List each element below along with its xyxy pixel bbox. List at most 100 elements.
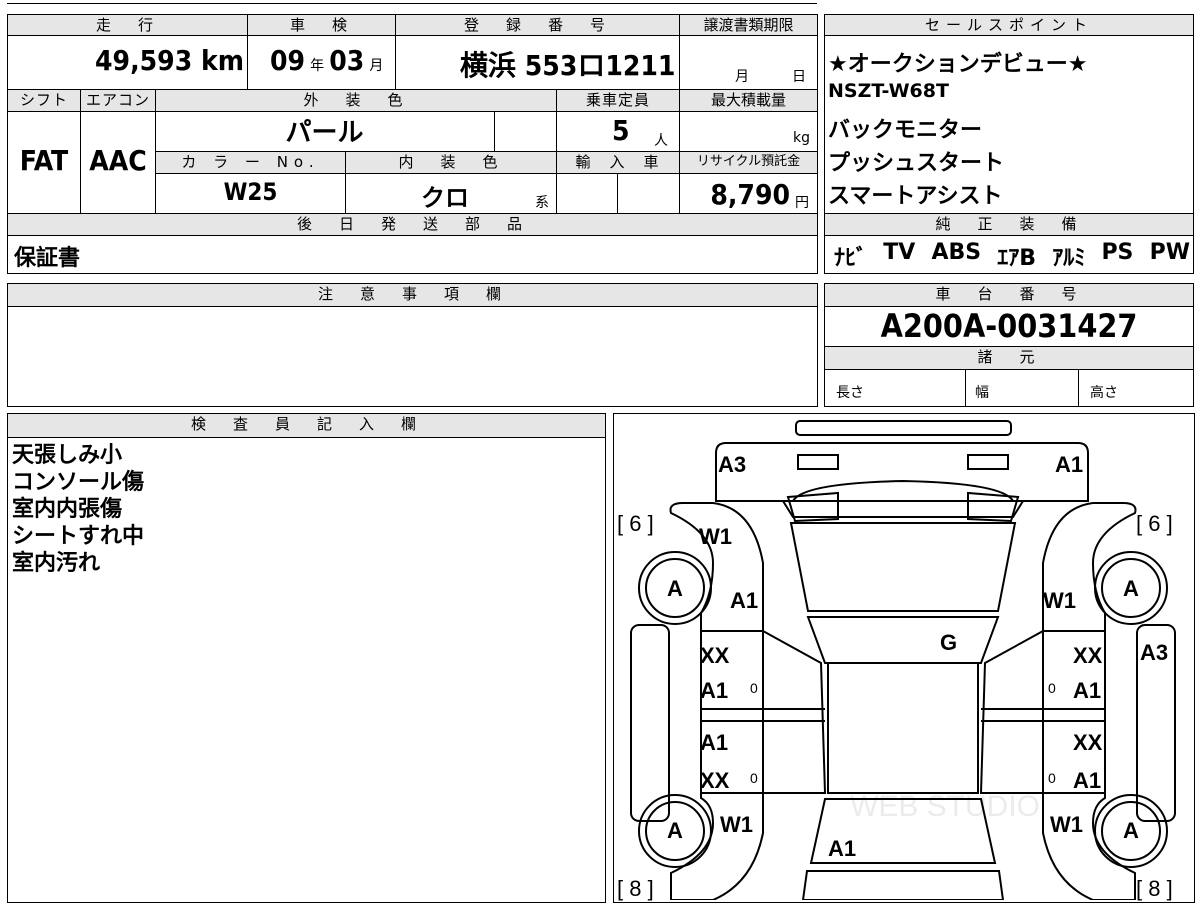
- deadline-month: 月: [735, 69, 749, 85]
- mark-windshield: G: [940, 630, 958, 655]
- recycle-label: リサイクル預託金: [679, 151, 818, 174]
- equipment-item: ﾅﾋﾞ: [834, 246, 868, 271]
- sales-point-5: スマートアシスト: [828, 184, 1003, 209]
- sales-point-2: NSZT-W68T: [828, 80, 949, 102]
- color-no-value: W25: [223, 178, 278, 206]
- mark-zero: 0: [1048, 680, 1056, 696]
- interior-color-value: クロ: [421, 184, 469, 212]
- shift-label: シフト: [7, 89, 81, 112]
- windshield-shape: [806, 616, 1000, 664]
- mark-zero: 0: [750, 770, 758, 786]
- equipment-list: ﾅﾋﾞ TV ABS ｴｱB ｱﾙﾐ PS PW: [834, 240, 1190, 272]
- sales-point-4: プッシュスタート: [828, 151, 1005, 176]
- mark-wheel-fr: A: [1123, 576, 1139, 601]
- mark-zero: 0: [1048, 770, 1056, 786]
- exterior-color-value: パール: [285, 118, 364, 148]
- mark-rf-door-1: XX: [1073, 643, 1103, 668]
- registration-number: 横浜 553ロ1211: [460, 49, 676, 82]
- ac-label: エアコン: [80, 89, 156, 112]
- color-no-label: カ ラ ー No.: [155, 151, 346, 174]
- chassis-label: 車 台 番 号: [824, 283, 1194, 307]
- rear-shape: [801, 870, 1005, 900]
- grille-shape: [781, 500, 1025, 518]
- mark-wheel-rl: A: [667, 818, 683, 843]
- sales-points-label: セールスポイント: [824, 14, 1194, 36]
- capacity-unit: 人: [654, 133, 668, 149]
- headlight-left: [797, 454, 839, 470]
- mark-right-fender: W1: [1043, 588, 1076, 613]
- recycle-value: 8,790: [710, 178, 790, 211]
- mark-right-skirt: A3: [1140, 640, 1169, 665]
- ac-value: AAC: [89, 144, 147, 177]
- front-bumper-shape: [715, 442, 1089, 502]
- mark-right-rear-tire: [ 8 ]: [1136, 876, 1173, 901]
- inspection-year: 09: [270, 44, 306, 77]
- interior-unit: 系: [535, 195, 549, 211]
- inspector-line: コンソール傷: [12, 470, 145, 495]
- top-border: [7, 3, 817, 4]
- mark-lr-door-2: XX: [700, 768, 730, 793]
- left-skirt-shape: [630, 624, 670, 822]
- mark-rr-door-2: A1: [1073, 768, 1102, 793]
- registration-label: 登 録 番 号: [395, 14, 680, 36]
- equipment-item: TV: [883, 240, 916, 265]
- width-label: 幅: [975, 385, 989, 401]
- shift-value: FAT: [19, 144, 69, 177]
- equipment-item: PS: [1101, 240, 1134, 265]
- import-label: 輸 入 車: [556, 151, 680, 174]
- load-unit: kg: [793, 130, 810, 146]
- mark-left-fender-lower: A1: [730, 588, 759, 613]
- inspector-line: 室内内張傷: [12, 497, 123, 522]
- specs-label: 諸 元: [824, 346, 1194, 370]
- inspection-month: 03: [329, 44, 365, 77]
- equipment-item: ｴｱB: [997, 246, 1037, 271]
- headlight-right: [967, 454, 1009, 470]
- inspector-label: 検 査 員 記 入 欄: [7, 413, 606, 438]
- mark-left-front-tire: [ 6 ]: [617, 511, 654, 536]
- height-label: 高さ: [1090, 385, 1118, 401]
- mark-rf-door-2: A1: [1073, 678, 1102, 703]
- mark-rr-door-1: XX: [1073, 730, 1103, 755]
- equipment-item: PW: [1149, 240, 1190, 265]
- mark-wheel-rr: A: [1123, 818, 1139, 843]
- mileage-value: 49,593 km: [95, 44, 244, 77]
- mileage-label: 走 行: [7, 14, 248, 36]
- mark-lf-door-1: XX: [700, 643, 730, 668]
- capacity-value: 5: [612, 114, 630, 147]
- mark-right-front-tire: [ 6 ]: [1136, 511, 1173, 536]
- sales-point-3: バックモニター: [828, 118, 983, 143]
- mark-right-rear-fender: W1: [1050, 812, 1083, 837]
- watermark: WEB STUDIO: [850, 790, 1041, 823]
- mark-left-fender: W1: [699, 524, 732, 549]
- roof-shape: [827, 662, 979, 794]
- mark-rear-window: A1: [828, 836, 857, 861]
- inspector-line: 天張しみ小: [12, 443, 123, 468]
- equipment-label: 純 正 装 備: [824, 213, 1194, 236]
- interior-color-label: 内 装 色: [345, 151, 557, 174]
- mark-wheel-fl: A: [667, 576, 683, 601]
- inspector-line: シートすれ中: [12, 524, 145, 549]
- chassis-number: A200A-0031427: [880, 307, 1138, 345]
- inspector-line: 室内汚れ: [12, 551, 101, 576]
- left-rear-fender-shape: [670, 792, 764, 900]
- right-rear-fender-shape: [1042, 792, 1136, 900]
- recycle-unit: 円: [795, 195, 809, 211]
- length-label: 長さ: [836, 385, 864, 401]
- exterior-color-label: 外 装 色: [155, 89, 557, 112]
- sales-point-1: ★オークションデビュー★: [828, 52, 1088, 77]
- mark-left-rear-fender: W1: [720, 812, 753, 837]
- mark-lr-door-1: A1: [700, 730, 729, 755]
- mark-left-rear-tire: [ 8 ]: [617, 876, 654, 901]
- mark-front-bumper-right: A1: [1055, 452, 1084, 477]
- inspector-notes: 天張しみ小 コンソール傷 室内内張傷 シートすれ中 室内汚れ: [12, 442, 144, 577]
- notes-label: 注 意 事 項 欄: [7, 283, 818, 307]
- front-spoiler-shape: [795, 420, 1012, 436]
- later-parts-value: 保証書: [14, 246, 81, 271]
- doc-deadline-label: 譲渡書類期限: [679, 14, 818, 36]
- inspection-date: 09 年 03 月: [270, 44, 384, 77]
- mark-front-bumper-left: A3: [718, 452, 747, 477]
- capacity-label: 乗車定員: [556, 89, 680, 112]
- later-parts-label: 後 日 発 送 部 品: [7, 213, 818, 236]
- hood-shape: [789, 522, 1017, 612]
- mark-lf-door-2: A1: [700, 678, 729, 703]
